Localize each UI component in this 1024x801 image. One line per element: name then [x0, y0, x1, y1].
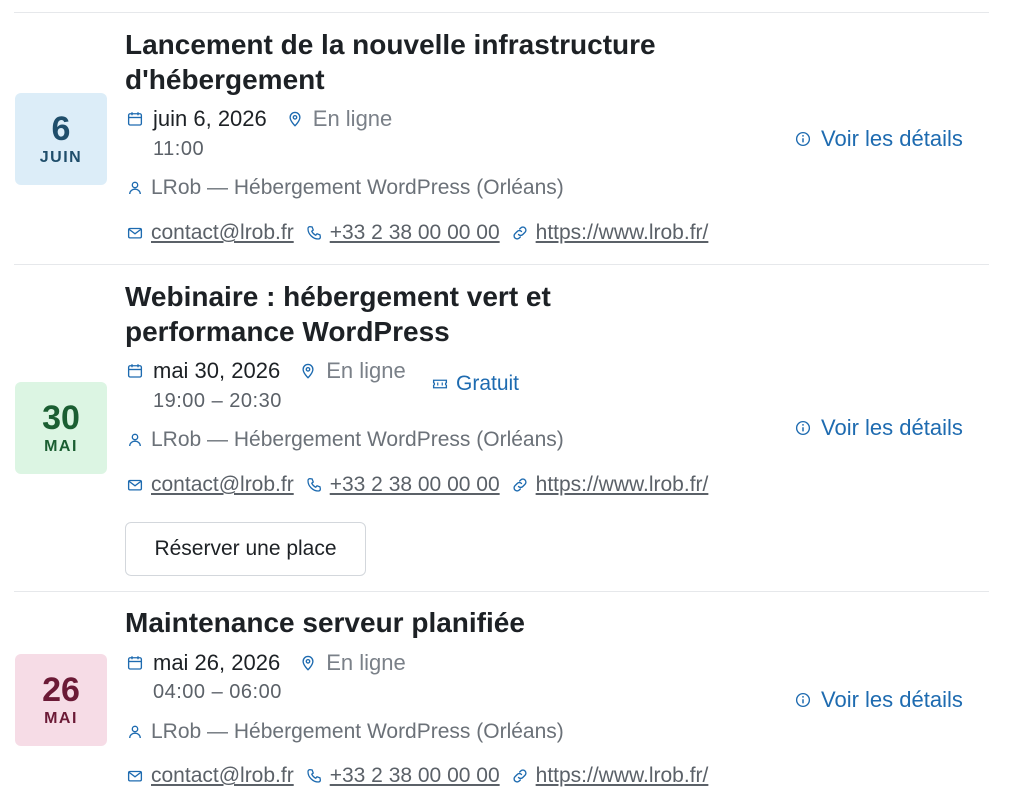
date-month: MAI [44, 438, 78, 455]
event-title[interactable]: Lancement de la nouvelle infrastructure … [125, 27, 685, 97]
event-date: mai 26, 2026 [153, 650, 281, 675]
event-date: mai 30, 2026 [153, 358, 281, 383]
website-link[interactable]: https://www.lrob.fr/ [536, 764, 709, 788]
phone-icon [304, 475, 324, 495]
mail-icon [125, 766, 145, 786]
event-location: En ligne [312, 106, 393, 131]
event-date: juin 6, 2026 [153, 106, 267, 131]
link-icon [510, 766, 530, 786]
link-icon [510, 223, 530, 243]
date-badge: 30 MAI [15, 382, 107, 474]
email-link[interactable]: contact@lrob.fr [151, 473, 294, 497]
date-day: 6 [51, 110, 71, 148]
map-pin-icon [298, 361, 318, 381]
divider [14, 12, 989, 13]
calendar-icon [125, 653, 145, 673]
date-day: 30 [42, 399, 80, 437]
calendar-icon [125, 361, 145, 381]
view-details-link[interactable]: Voir les détails [793, 126, 963, 152]
link-icon [510, 475, 530, 495]
calendar-icon [125, 109, 145, 129]
price-label: Gratuit [456, 372, 520, 395]
event-time: 04:00 – 06:00 [153, 681, 282, 703]
divider [14, 264, 989, 265]
organizer-name: LRob — Hébergement WordPress (Orléans) [151, 720, 564, 743]
event-title[interactable]: Maintenance serveur planifiée [125, 605, 685, 640]
phone-link[interactable]: +33 2 38 00 00 00 [330, 764, 500, 788]
email-link[interactable]: contact@lrob.fr [151, 764, 294, 788]
website-link[interactable]: https://www.lrob.fr/ [536, 473, 709, 497]
organizer-name: LRob — Hébergement WordPress (Orléans) [151, 176, 564, 199]
email-link[interactable]: contact@lrob.fr [151, 221, 294, 245]
website-link[interactable]: https://www.lrob.fr/ [536, 221, 709, 245]
phone-link[interactable]: +33 2 38 00 00 00 [330, 473, 500, 497]
view-details-label: Voir les détails [821, 126, 963, 151]
event-location: En ligne [326, 358, 406, 383]
event-location: En ligne [326, 650, 406, 675]
price-badge: Gratuit [430, 372, 519, 396]
event-time: 19:00 – 20:30 [153, 390, 282, 412]
date-day: 26 [42, 671, 80, 709]
info-icon [793, 129, 813, 149]
divider [14, 591, 989, 592]
info-icon [793, 690, 813, 710]
event-time: 11:00 [153, 138, 205, 160]
phone-link[interactable]: +33 2 38 00 00 00 [330, 221, 500, 245]
view-details-link[interactable]: Voir les détails [793, 415, 963, 441]
mail-icon [125, 223, 145, 243]
mail-icon [125, 475, 145, 495]
phone-icon [304, 223, 324, 243]
user-icon [125, 178, 145, 198]
date-month: JUIN [39, 149, 83, 166]
view-details-label: Voir les détails [821, 687, 963, 712]
info-icon [793, 418, 813, 438]
view-details-link[interactable]: Voir les détails [793, 687, 963, 713]
date-month: MAI [44, 710, 78, 727]
user-icon [125, 722, 145, 742]
event-title[interactable]: Webinaire : hébergement vert et performa… [125, 279, 685, 349]
organizer-name: LRob — Hébergement WordPress (Orléans) [151, 428, 564, 451]
user-icon [125, 430, 145, 450]
date-badge: 6 JUIN [15, 93, 107, 185]
map-pin-icon [285, 109, 305, 129]
phone-icon [304, 766, 324, 786]
map-pin-icon [298, 653, 318, 673]
reserve-button[interactable]: Réserver une place [125, 522, 366, 576]
view-details-label: Voir les détails [821, 415, 963, 440]
ticket-icon [430, 374, 450, 394]
date-badge: 26 MAI [15, 654, 107, 746]
